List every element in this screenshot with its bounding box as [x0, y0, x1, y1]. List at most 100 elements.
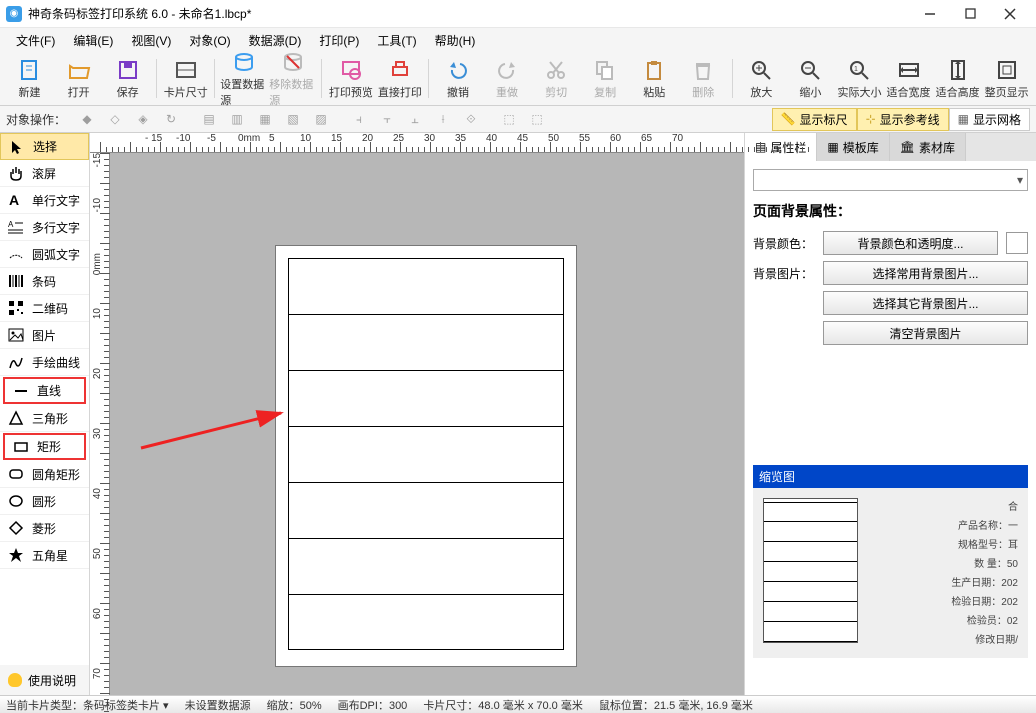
help-button[interactable]: 使用说明 [0, 665, 89, 695]
preview-icon [339, 58, 363, 82]
table-row[interactable] [288, 314, 564, 370]
op-icon: ▧ [282, 109, 304, 129]
main-toolbar: 新建打开保存卡片尺寸设置数据源移除数据源打印预览直接打印撤销重做剪切复制粘贴删除… [0, 52, 1036, 106]
tool-barcode[interactable]: 条码 [0, 268, 89, 295]
op-icon: ⬚ [498, 109, 520, 129]
mini-meta: 合产品名称：一规格型号：耳数 量：50生产日期：202检验日期：202检验员：0… [868, 498, 1018, 648]
bgimg-common-button[interactable]: 选择常用背景图片... [823, 261, 1028, 285]
tool-pan[interactable]: 滚屏 [0, 160, 89, 187]
op-icon: ◇ [104, 109, 126, 129]
zoom100-button[interactable]: 1实际大小 [836, 55, 883, 102]
toggle-guides[interactable]: ⊹显示参考线 [857, 108, 949, 131]
copy-icon [593, 58, 617, 82]
textm-icon: A [8, 219, 24, 235]
setds-button[interactable]: 设置数据源 [220, 55, 267, 102]
ruler-vertical: -15-100mm10203040506070 [90, 153, 110, 695]
tool-qrcode[interactable]: 二维码 [0, 295, 89, 322]
tpl-icon: ▦ [827, 140, 838, 154]
maximize-button[interactable] [950, 2, 990, 26]
property-search-input[interactable]: ▾ [753, 169, 1028, 191]
bgcolor-swatch[interactable] [1006, 232, 1028, 254]
minimize-button[interactable] [910, 2, 950, 26]
open-icon [67, 58, 91, 82]
tab-mat[interactable]: 🏛素材库 [890, 133, 966, 161]
tool-star[interactable]: 五角星 [0, 542, 89, 569]
tool-circle[interactable]: 圆形 [0, 488, 89, 515]
op-icon: ⟐ [460, 109, 482, 129]
print-button[interactable]: 直接打印 [376, 55, 423, 102]
op-icon: ▤ [198, 109, 220, 129]
window-title: 神奇条码标签打印系统 6.0 - 未命名1.lbcp* [28, 5, 910, 22]
qrcode-icon [8, 300, 24, 316]
tab-props[interactable]: ▤属性栏 [745, 133, 817, 161]
table-row[interactable] [288, 258, 564, 314]
zoomin-button[interactable]: 放大 [738, 55, 785, 102]
op-icon: ▥ [226, 109, 248, 129]
op-icon: ▦ [254, 109, 276, 129]
save-button[interactable]: 保存 [104, 55, 151, 102]
table-row[interactable] [288, 482, 564, 538]
op-icon: ◆ [76, 109, 98, 129]
open-button[interactable]: 打开 [55, 55, 102, 102]
svg-text:A: A [8, 220, 14, 229]
fitwidth-button[interactable]: 适合宽度 [885, 55, 932, 102]
toggle-grid[interactable]: ▦显示网格 [949, 108, 1030, 131]
menu-对象(O)[interactable]: 对象(O) [181, 30, 238, 51]
table-row[interactable] [288, 370, 564, 426]
toggle-ruler[interactable]: 📏显示标尺 [772, 108, 857, 131]
new-icon [18, 58, 42, 82]
tool-textm[interactable]: A多行文字 [0, 214, 89, 241]
zoomin-icon [749, 58, 773, 82]
preview-button[interactable]: 打印预览 [327, 55, 374, 102]
bgcolor-label: 背景颜色： [753, 235, 815, 252]
tool-tri[interactable]: 三角形 [0, 405, 89, 432]
tool-arc[interactable]: 圆弧文字 [0, 241, 89, 268]
ruler-horizontal: - 15-10-50mm510152025303540455055606570 [90, 133, 744, 153]
tool-rrect[interactable]: 圆角矩形 [0, 461, 89, 488]
page[interactable] [275, 245, 577, 667]
menu-数据源(D)[interactable]: 数据源(D) [241, 30, 310, 51]
cardsize-button[interactable]: 卡片尺寸 [162, 55, 209, 102]
table-row[interactable] [288, 538, 564, 594]
bgcolor-button[interactable]: 背景颜色和透明度... [823, 231, 998, 255]
menu-工具(T)[interactable]: 工具(T) [369, 30, 424, 51]
tool-image[interactable]: 图片 [0, 322, 89, 349]
new-button[interactable]: 新建 [6, 55, 53, 102]
zoom100-icon: 1 [847, 58, 871, 82]
table-row[interactable] [288, 426, 564, 482]
tool-rect[interactable]: 矩形 [3, 433, 86, 460]
close-button[interactable] [990, 2, 1030, 26]
tool-diamond[interactable]: 菱形 [0, 515, 89, 542]
bgimg-other-button[interactable]: 选择其它背景图片... [823, 291, 1028, 315]
titlebar: ◉ 神奇条码标签打印系统 6.0 - 未命名1.lbcp* [0, 0, 1036, 28]
fitheight-button[interactable]: 适合高度 [934, 55, 981, 102]
fitheight-icon [946, 58, 970, 82]
menu-文件(F)[interactable]: 文件(F) [8, 30, 63, 51]
tool-draw[interactable]: 手绘曲线 [0, 349, 89, 376]
tool-text1[interactable]: A单行文字 [0, 187, 89, 214]
section-title: 页面背景属性： [753, 201, 1028, 221]
undo-button[interactable]: 撤销 [434, 55, 481, 102]
fitpage-button[interactable]: 整页显示 [983, 55, 1030, 102]
svg-text:1: 1 [854, 66, 858, 73]
status-cardtype[interactable]: 当前卡片类型：条码标签类卡片 ▾ [6, 697, 169, 713]
tab-tpl[interactable]: ▦模板库 [817, 133, 889, 161]
menu-编辑(E)[interactable]: 编辑(E) [65, 30, 121, 51]
rect-icon [13, 439, 29, 455]
menubar: 文件(F)编辑(E)视图(V)对象(O)数据源(D)打印(P)工具(T)帮助(H… [0, 28, 1036, 52]
canvas[interactable] [110, 153, 744, 695]
paste-icon [642, 58, 666, 82]
cardsize-icon [174, 58, 198, 82]
menu-打印(P)[interactable]: 打印(P) [311, 30, 367, 51]
menu-视图(V)[interactable]: 视图(V) [123, 30, 179, 51]
op-icon: ▨ [310, 109, 332, 129]
paste-button[interactable]: 粘贴 [631, 55, 678, 102]
status-datasource: 未设置数据源 [185, 697, 251, 713]
status-mouse: 鼠标位置：21.5 毫米, 16.9 毫米 [599, 697, 753, 713]
menu-帮助(H)[interactable]: 帮助(H) [427, 30, 484, 51]
tool-line[interactable]: 直线 [3, 377, 86, 404]
table-row[interactable] [288, 594, 564, 650]
bgimg-clear-button[interactable]: 清空背景图片 [823, 321, 1028, 345]
zoomout-button[interactable]: 缩小 [787, 55, 834, 102]
tool-select[interactable]: 选择 [0, 133, 89, 160]
